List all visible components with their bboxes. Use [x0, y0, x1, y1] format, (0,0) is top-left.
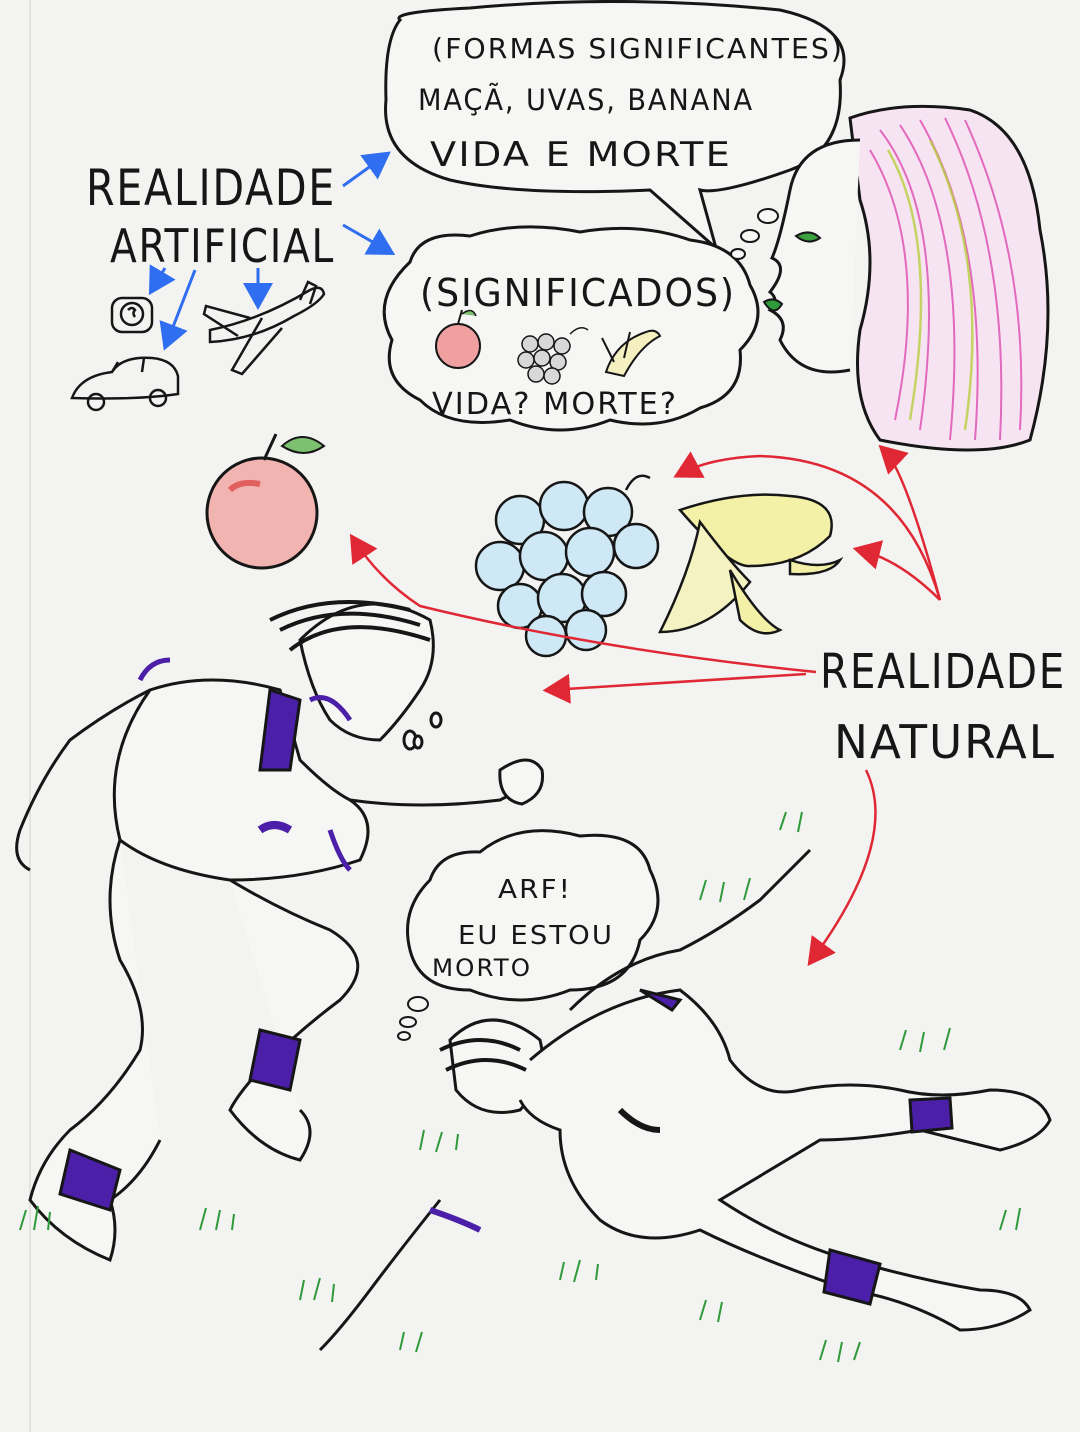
speech-line2: MAÇÃ, UVAS, BANANA	[418, 83, 754, 117]
thought-question: VIDA? MORTE?	[432, 387, 678, 422]
thought-bubble: (SIGNIFICADOS) VIDA? MORTE?	[382, 225, 760, 432]
realidade-natural-line2: NATURAL	[834, 715, 1056, 769]
runner-thought-line1: ARF!	[498, 875, 572, 905]
flipchart-poster: REALIDADE ARTIFICIAL (FORMAS SIGNIFICANT…	[0, 0, 1080, 1432]
runner-thought-line3: MORTO	[432, 954, 532, 982]
drawing-canvas: REALIDADE ARTIFICIAL (FORMAS SIGNIFICANT…	[0, 0, 1080, 1432]
realidade-artificial-line1: REALIDADE	[86, 159, 336, 217]
speech-line3: VIDA E MORTE	[430, 135, 732, 175]
realidade-artificial-line2: ARTIFICIAL	[110, 219, 335, 273]
speech-line1: (FORMAS SIGNIFICANTES)	[432, 32, 844, 65]
thought-title: (SIGNIFICADOS)	[420, 271, 736, 315]
realidade-artificial-heading: REALIDADE ARTIFICIAL	[86, 159, 336, 273]
runner-thought-line2: EU ESTOU	[458, 921, 614, 951]
realidade-natural-line1: REALIDADE	[820, 644, 1066, 700]
